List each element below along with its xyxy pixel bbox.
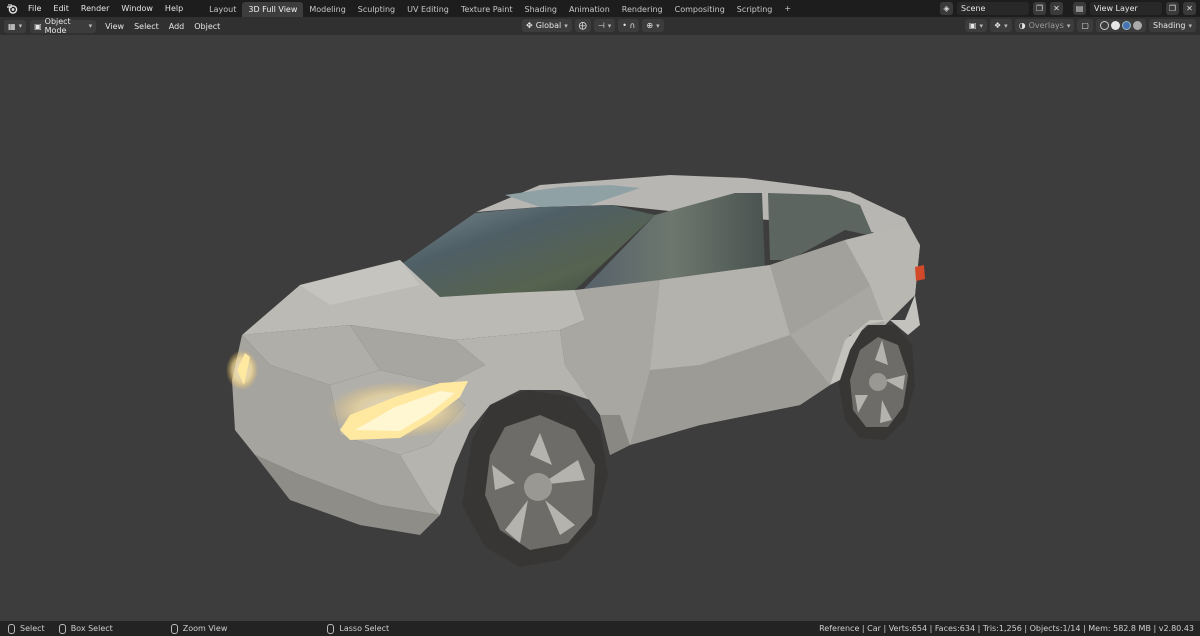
top-bar: File Edit Render Window Help Layout 3D F…: [0, 0, 1200, 17]
gizmo-icon[interactable]: ⊕ ▾: [642, 19, 664, 32]
front-wheel: [462, 390, 608, 567]
tab-3d-full-view[interactable]: 3D Full View: [242, 2, 304, 17]
menu-file[interactable]: File: [22, 4, 47, 13]
gizmo-toggle-icon[interactable]: ❖ ▾: [989, 19, 1012, 32]
shading-label: Shading: [1152, 21, 1186, 30]
menu-object[interactable]: Object: [189, 22, 225, 31]
editor-type-icon[interactable]: ▦ ▾: [4, 19, 27, 33]
mouse-icon: [58, 623, 66, 634]
new-view-layer-icon[interactable]: ❐: [1166, 2, 1179, 15]
main-menu: File Edit Render Window Help: [22, 4, 189, 13]
object-mode-dropdown[interactable]: ▣ Object Mode ▾: [30, 17, 97, 35]
3d-viewport[interactable]: [0, 35, 1200, 621]
workspace-tabs: Layout 3D Full View Modeling Sculpting U…: [203, 0, 797, 17]
overlays-dropdown[interactable]: ◑ Overlays ▾: [1014, 19, 1075, 32]
shading-wireframe-icon[interactable]: [1099, 21, 1109, 30]
transform-icon: ✥: [526, 21, 533, 30]
viewport-menus: View Select Add Object: [100, 22, 225, 31]
view-object-types-icon[interactable]: ▣ ▾: [964, 19, 987, 32]
proportional-icon[interactable]: • ∩: [618, 19, 640, 32]
chevron-down-icon: ▾: [564, 21, 568, 30]
tab-texture-paint[interactable]: Texture Paint: [455, 2, 519, 17]
scene-field[interactable]: Scene: [957, 2, 1029, 15]
transform-controls: ✥ Global ▾ ⨁ ⊣ ▾ • ∩ ⊕ ▾: [522, 19, 664, 32]
status-box-select-label: Box Select: [70, 624, 113, 633]
mouse-icon: [327, 623, 335, 634]
scene-icon[interactable]: ◈: [940, 2, 953, 15]
status-lasso-select: Lasso Select: [327, 623, 390, 634]
mouse-icon: [170, 623, 178, 634]
overlays-label: Overlays: [1028, 21, 1064, 30]
menu-add[interactable]: Add: [164, 22, 190, 31]
shading-dropdown[interactable]: Shading ▾: [1148, 19, 1196, 32]
view-layer-field[interactable]: View Layer: [1090, 2, 1162, 15]
status-lasso-select-label: Lasso Select: [339, 624, 390, 633]
tab-modeling[interactable]: Modeling: [303, 2, 351, 17]
viewport-right-controls: ▣ ▾ ❖ ▾ ◑ Overlays ▾ ▢ Shading ▾: [964, 19, 1196, 32]
add-workspace-button[interactable]: +: [778, 4, 797, 13]
xray-icon[interactable]: ▢: [1077, 19, 1093, 32]
tab-rendering[interactable]: Rendering: [616, 2, 669, 17]
car-model[interactable]: [0, 35, 1200, 621]
status-zoom-view: Zoom View: [170, 623, 228, 634]
shading-modes[interactable]: [1095, 19, 1146, 32]
snap-icon[interactable]: ⊣ ▾: [593, 19, 616, 32]
tab-animation[interactable]: Animation: [563, 2, 616, 17]
object-mode-icon: ▣: [34, 21, 42, 31]
viewport-header: ▦ ▾ ▣ Object Mode ▾ View Select Add Objec…: [0, 17, 1200, 35]
menu-help[interactable]: Help: [159, 4, 189, 13]
transform-orientation-label: Global: [535, 21, 562, 30]
status-zoom-view-label: Zoom View: [182, 624, 228, 633]
tab-layout[interactable]: Layout: [203, 2, 242, 17]
tab-compositing[interactable]: Compositing: [669, 2, 731, 17]
shading-solid-icon[interactable]: [1110, 21, 1120, 30]
menu-select[interactable]: Select: [129, 22, 164, 31]
delete-view-layer-icon[interactable]: ✕: [1183, 2, 1196, 15]
shading-rendered-icon[interactable]: [1132, 21, 1142, 30]
menu-window[interactable]: Window: [115, 4, 159, 13]
status-select-label: Select: [20, 624, 45, 633]
mouse-icon: [8, 623, 15, 634]
status-select: Select: [8, 623, 45, 634]
overlay-icon: ◑: [1018, 21, 1026, 30]
tab-shading[interactable]: Shading: [518, 2, 563, 17]
menu-view[interactable]: View: [100, 22, 129, 31]
new-scene-icon[interactable]: ❐: [1033, 2, 1046, 15]
menu-edit[interactable]: Edit: [47, 4, 75, 13]
tab-sculpting[interactable]: Sculpting: [352, 2, 401, 17]
scene-selector-area: ◈ Scene ❐ ✕ ▤ View Layer ❐ ✕: [940, 0, 1200, 17]
scene-statistics: Reference | Car | Verts:654 | Faces:634 …: [819, 624, 1194, 633]
view-layer-icon[interactable]: ▤: [1073, 2, 1086, 15]
chevron-down-icon: ▾: [1188, 21, 1192, 30]
blender-window: File Edit Render Window Help Layout 3D F…: [0, 0, 1200, 636]
pivot-icon[interactable]: ⨁: [574, 19, 591, 32]
delete-scene-icon[interactable]: ✕: [1050, 2, 1063, 15]
tab-uv-editing[interactable]: UV Editing: [401, 2, 455, 17]
transform-orientation-dropdown[interactable]: ✥ Global ▾: [522, 19, 572, 32]
blender-logo-icon[interactable]: [4, 0, 20, 17]
status-box-select: Box Select: [58, 623, 113, 634]
menu-render[interactable]: Render: [75, 4, 115, 13]
chevron-down-icon: ▾: [1066, 21, 1071, 30]
taillight: [915, 265, 925, 281]
chevron-down-icon: ▾: [88, 22, 93, 30]
shading-material-icon[interactable]: [1121, 21, 1131, 30]
tab-scripting[interactable]: Scripting: [731, 2, 779, 17]
object-mode-label: Object Mode: [44, 17, 71, 35]
status-bar: Select Box Select Zoom View Lasso Select…: [0, 621, 1200, 636]
